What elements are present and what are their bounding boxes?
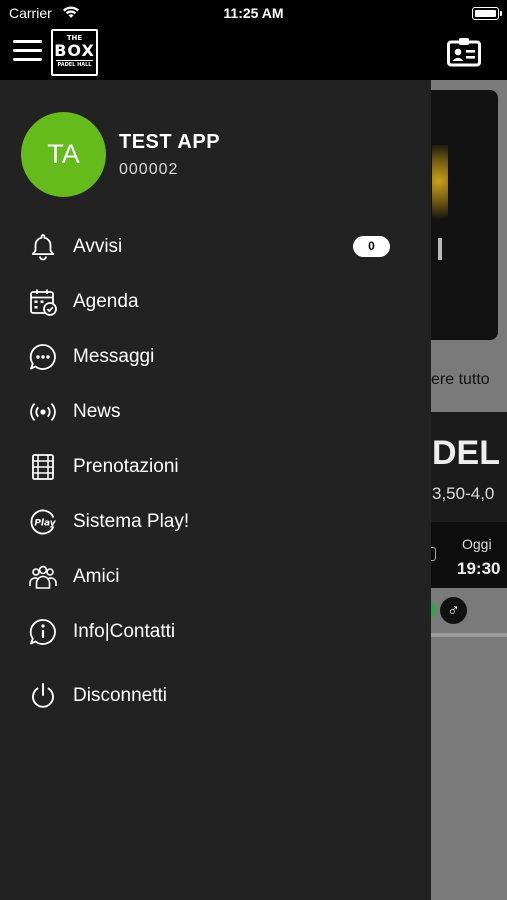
status-bar: Carrier 11:25 AM [0, 0, 507, 28]
card-title: DEL [432, 434, 500, 472]
menu-item-amici[interactable]: Amici [0, 552, 431, 602]
card-subtitle: 3,50-4,0 [432, 484, 495, 503]
power-icon [32, 683, 54, 708]
notification-count-badge: 0 [353, 236, 390, 257]
card-day: Oggi [462, 536, 492, 552]
menu-item-sistema-play[interactable]: Play Sistema Play! [0, 497, 431, 547]
broadcast-icon [30, 402, 56, 422]
user-code: 000002 [119, 161, 179, 178]
friends-icon [29, 565, 57, 589]
chat-bubble-icon [29, 344, 56, 370]
menu-label: Info|Contatti [73, 621, 176, 642]
menu-item-info-contatti[interactable]: Info|Contatti [0, 607, 431, 657]
bell-icon [31, 234, 55, 261]
menu-item-disconnetti[interactable]: Disconnetti [0, 671, 431, 721]
play-logo-icon: Play [30, 509, 57, 535]
logo-line-2: BOX [54, 41, 95, 60]
menu-item-prenotazioni[interactable]: Prenotazioni [0, 442, 431, 492]
logo-line-3: PADEL HALL [56, 60, 93, 68]
court-grid-icon [32, 454, 54, 480]
hamburger-menu-icon[interactable] [13, 40, 42, 62]
menu-item-avvisi[interactable]: Avvisi 0 [0, 222, 431, 272]
menu-label: Prenotazioni [73, 456, 179, 477]
svg-text:Play: Play [34, 519, 56, 529]
app-logo: THE BOX PADEL HALL [51, 29, 98, 76]
background-match-card: DEL 3,50-4,0 Oggi 19:30 [430, 412, 507, 588]
banner-splash-graphic [432, 145, 448, 235]
male-gender-icon: ♂ [440, 597, 467, 624]
menu-item-messaggi[interactable]: Messaggi [0, 332, 431, 382]
menu-item-agenda[interactable]: Agenda [0, 277, 431, 327]
see-all-link: ere tutto [431, 371, 490, 388]
member-card-icon[interactable] [447, 37, 481, 67]
user-name: TEST APP [119, 131, 221, 153]
battery-icon [472, 7, 502, 20]
menu-label: Messaggi [73, 346, 155, 367]
avatar[interactable]: TA [21, 112, 106, 197]
calendar-check-icon [30, 289, 57, 316]
card-time: 19:30 [457, 559, 501, 578]
banner-text-fragment [438, 238, 442, 260]
top-navigation-bar: THE BOX PADEL HALL [0, 28, 507, 80]
menu-label: Agenda [73, 291, 139, 312]
divider [430, 633, 507, 637]
info-chat-icon [29, 619, 56, 645]
clock: 11:25 AM [223, 5, 284, 21]
side-drawer: TA TEST APP 000002 Avvisi 0 Agenda Messa… [0, 80, 431, 900]
menu-label: Avvisi [73, 236, 123, 257]
menu-label: Amici [73, 566, 120, 587]
menu-label: Sistema Play! [73, 511, 190, 532]
menu-label: News [73, 401, 121, 422]
menu-item-news[interactable]: News [0, 387, 431, 437]
background-banner [430, 90, 498, 340]
menu-label: Disconnetti [73, 685, 167, 706]
